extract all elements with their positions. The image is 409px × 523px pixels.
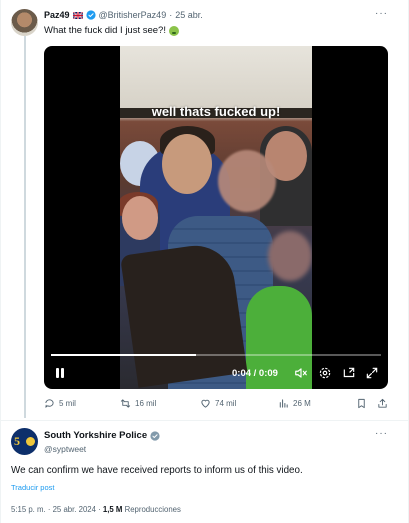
retweet-icon — [120, 399, 131, 408]
uk-flag-icon — [72, 11, 83, 19]
video-timecode: 0:04 / 0:09 — [232, 368, 278, 379]
post-timestamp[interactable]: 5:15 p. m. · 25 abr. 2024 · — [11, 505, 101, 514]
retweet-button[interactable]: 16 mil — [120, 398, 156, 409]
timeline-frame: Paz49 @BritisherPaz49 · 25 abr. ··· What… — [0, 0, 409, 523]
post-date[interactable]: 25 abr. — [175, 10, 203, 20]
settings-gear-icon[interactable] — [318, 366, 332, 380]
video-progress-bar[interactable] — [51, 354, 381, 356]
volume-muted-icon[interactable] — [294, 366, 308, 380]
video-player[interactable]: well thats fucked up! 0:04 / 0:09 — [44, 46, 388, 389]
nauseated-face-icon — [168, 25, 179, 36]
display-name[interactable]: Paz49 — [44, 10, 70, 20]
display-name[interactable]: South Yorkshire Police — [44, 430, 147, 441]
tweet-text: We can confirm we have received reports … — [11, 465, 303, 476]
verified-badge-icon — [85, 10, 96, 20]
reply-icon — [45, 399, 54, 408]
reply-button[interactable]: 5 mil — [44, 398, 76, 409]
fullscreen-icon[interactable] — [365, 366, 379, 380]
action-bar: 5 mil 16 mil 74 mil 26 M — [44, 398, 388, 412]
handle[interactable]: @syptweet — [44, 444, 86, 454]
views-count: 1,5 M — [102, 505, 123, 514]
views-count: 26 M — [293, 399, 311, 408]
more-options-icon[interactable]: ··· — [375, 8, 388, 19]
reply-count: 5 mil — [59, 399, 76, 408]
divider — [1, 420, 409, 421]
like-button[interactable]: 74 mil — [200, 398, 236, 409]
views-button[interactable]: 26 M — [278, 398, 311, 409]
tweet-text-content: What the fuck did I just see?! — [44, 25, 166, 36]
pause-icon[interactable] — [54, 367, 66, 379]
avatar[interactable]: 5 — [11, 428, 38, 455]
verified-badge-icon — [150, 430, 160, 441]
tweet-text: What the fuck did I just see?! — [44, 25, 179, 36]
views-chart-icon — [279, 399, 288, 408]
video-frame — [120, 46, 312, 389]
translate-post-link[interactable]: Traducir post — [11, 483, 55, 492]
display-name-row: South Yorkshire Police — [44, 430, 160, 441]
bookmark-icon[interactable] — [356, 398, 367, 409]
retweet-count: 16 mil — [135, 399, 157, 408]
tweet-header: Paz49 @BritisherPaz49 · 25 abr. — [44, 10, 203, 20]
handle[interactable]: @BritisherPaz49 — [99, 10, 167, 20]
thread-line — [24, 36, 26, 418]
avatar[interactable] — [11, 9, 38, 36]
views-label: Reproducciones — [124, 505, 181, 514]
video-progress-fill — [51, 354, 197, 356]
heart-icon — [201, 399, 210, 408]
video-caption: well thats fucked up! — [151, 104, 281, 119]
share-icon[interactable] — [377, 398, 388, 409]
picture-in-picture-icon[interactable] — [342, 366, 356, 380]
like-count: 74 mil — [215, 399, 237, 408]
post-metadata: 5:15 p. m. · 25 abr. 2024 · 1,5 M Reprod… — [11, 505, 181, 514]
separator-dot: · — [169, 10, 173, 20]
more-options-icon[interactable]: ··· — [375, 428, 388, 439]
